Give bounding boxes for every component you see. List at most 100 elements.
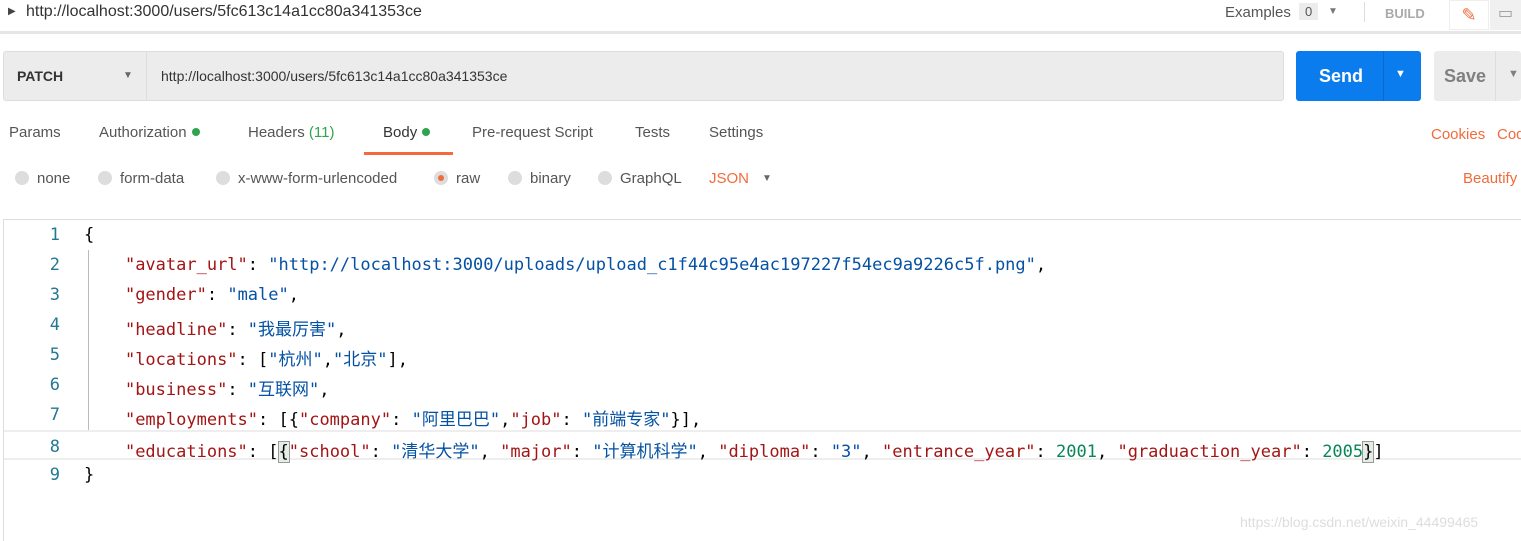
line-number: 1: [49, 225, 60, 245]
json-key: "company": [298, 410, 392, 430]
line-code: "locations": ["杭州","北京"],: [84, 345, 408, 370]
examples-button[interactable]: Examples: [1225, 4, 1291, 21]
request-bar: PATCH ▼ http://localhost:3000/users/5fc61…: [3, 51, 1284, 101]
comment-icon[interactable]: ▭: [1490, 0, 1521, 30]
json-punctuation: ]: [1373, 442, 1384, 462]
json-punctuation: :: [561, 410, 582, 430]
expand-arrow-icon[interactable]: ▶: [8, 6, 16, 17]
save-button[interactable]: Save ▼: [1434, 51, 1521, 101]
option-label: form-data: [120, 170, 185, 187]
json-punctuation: :: [227, 380, 248, 400]
radio-binary[interactable]: binary: [508, 170, 571, 187]
json-punctuation: : [{: [258, 410, 299, 430]
radio-icon: [98, 171, 112, 185]
json-string: "北京": [333, 350, 388, 370]
chevron-down-icon: ▼: [123, 70, 133, 81]
request-title[interactable]: http://localhost:3000/users/5fc613c14a1c…: [26, 3, 422, 21]
radio-icon: [598, 171, 612, 185]
code-line[interactable]: 7 "employments": [{"company": "阿里巴巴","jo…: [4, 400, 1521, 430]
code-line[interactable]: 9}: [4, 460, 1521, 490]
chevron-down-icon[interactable]: ▼: [1328, 6, 1338, 17]
tab-body[interactable]: Body: [364, 124, 453, 155]
send-label: Send: [1319, 66, 1364, 86]
line-number: 7: [49, 405, 60, 425]
json-key: "entrance_year": [882, 442, 1036, 462]
line-number: 9: [49, 465, 60, 485]
json-punctuation: :: [1035, 442, 1057, 462]
tab-label: Settings: [709, 124, 764, 141]
radio-x-www-form-urlencoded[interactable]: x-www-form-urlencoded: [216, 170, 397, 187]
bracket-match: {: [277, 441, 290, 463]
code-line[interactable]: 5 "locations": ["杭州","北京"],: [4, 340, 1521, 370]
build-button[interactable]: BUILD: [1385, 6, 1425, 21]
pencil-icon[interactable]: ✎: [1449, 0, 1489, 30]
raw-format-select[interactable]: JSON: [709, 170, 749, 187]
json-string: "http://localhost:3000/uploads/upload_c1…: [268, 255, 1036, 275]
radio-icon: [508, 171, 522, 185]
radio-form-data[interactable]: form-data: [98, 170, 184, 187]
json-string: "杭州": [268, 350, 323, 370]
radio-graphql[interactable]: GraphQL: [598, 170, 682, 187]
line-number: 3: [49, 285, 60, 305]
tab-params[interactable]: Params: [9, 124, 61, 155]
method-select[interactable]: PATCH ▼: [4, 52, 147, 100]
code-line[interactable]: 4 "headline": "我最厉害",: [4, 310, 1521, 340]
send-button[interactable]: Send ▼: [1296, 51, 1421, 101]
json-punctuation: :: [370, 442, 392, 462]
line-number: 5: [49, 345, 60, 365]
tab-label: Pre-request Script: [472, 124, 593, 141]
code-line[interactable]: 1{: [4, 220, 1521, 250]
json-punctuation: :: [810, 442, 831, 462]
json-punctuation: [84, 320, 125, 340]
save-label: Save: [1444, 66, 1487, 86]
json-punctuation: ,: [697, 442, 719, 462]
option-label: none: [37, 170, 71, 187]
json-key: "business": [124, 380, 228, 400]
line-code: "gender": "male",: [84, 285, 299, 305]
code-editor[interactable]: 1{2 "avatar_url": "http://localhost:3000…: [3, 219, 1521, 541]
json-string: "清华大学": [391, 442, 480, 462]
code-link[interactable]: Code: [1497, 126, 1521, 143]
save-options-caret-icon[interactable]: ▼: [1508, 68, 1519, 80]
code-line[interactable]: 8 "educations": [{"school": "清华大学", "maj…: [4, 430, 1521, 463]
divider: [1495, 51, 1496, 101]
tab-label: Headers: [248, 124, 305, 141]
json-punctuation: :: [206, 285, 228, 305]
chevron-down-icon[interactable]: ▼: [762, 173, 772, 184]
headers-count: (11): [308, 124, 335, 141]
json-punctuation: :: [571, 442, 593, 462]
tab-tests[interactable]: Tests: [635, 124, 670, 155]
line-code: {: [84, 225, 94, 245]
json-punctuation: ,: [479, 442, 501, 462]
line-code: "educations": [{"school": "清华大学", "major…: [84, 437, 1384, 463]
watermark: https://blog.csdn.net/weixin_44499465: [1240, 514, 1479, 530]
json-string: "计算机科学": [592, 442, 698, 462]
tab-settings[interactable]: Settings: [709, 124, 763, 155]
json-punctuation: : [: [247, 442, 279, 462]
json-punctuation: [84, 380, 125, 400]
tab-headers[interactable]: Headers (11): [248, 124, 334, 155]
radio-selected-icon: [434, 171, 448, 185]
divider: [1383, 51, 1384, 101]
beautify-link[interactable]: Beautify: [1463, 170, 1517, 187]
url-input[interactable]: http://localhost:3000/users/5fc613c14a1c…: [161, 68, 507, 84]
radio-none[interactable]: none: [15, 170, 70, 187]
json-key: "job": [510, 410, 562, 430]
code-line[interactable]: 3 "gender": "male",: [4, 280, 1521, 310]
tab-authorization[interactable]: Authorization: [99, 124, 200, 155]
cookies-link[interactable]: Cookies: [1431, 126, 1485, 143]
json-string: "互联网": [247, 380, 320, 400]
json-punctuation: }],: [670, 410, 702, 430]
tab-pre-request-script[interactable]: Pre-request Script: [472, 124, 593, 155]
radio-icon: [15, 171, 29, 185]
radio-raw[interactable]: raw: [434, 170, 480, 187]
json-key: "diploma": [718, 442, 811, 462]
option-label: GraphQL: [620, 170, 682, 187]
json-punctuation: :: [1301, 442, 1323, 462]
line-code: "employments": [{"company": "阿里巴巴","job"…: [84, 405, 701, 430]
code-line[interactable]: 2 "avatar_url": "http://localhost:3000/u…: [4, 250, 1521, 280]
send-options-caret-icon[interactable]: ▼: [1395, 68, 1406, 80]
line-number: 2: [49, 255, 60, 275]
code-line[interactable]: 6 "business": "互联网",: [4, 370, 1521, 400]
json-punctuation: :: [391, 410, 412, 430]
